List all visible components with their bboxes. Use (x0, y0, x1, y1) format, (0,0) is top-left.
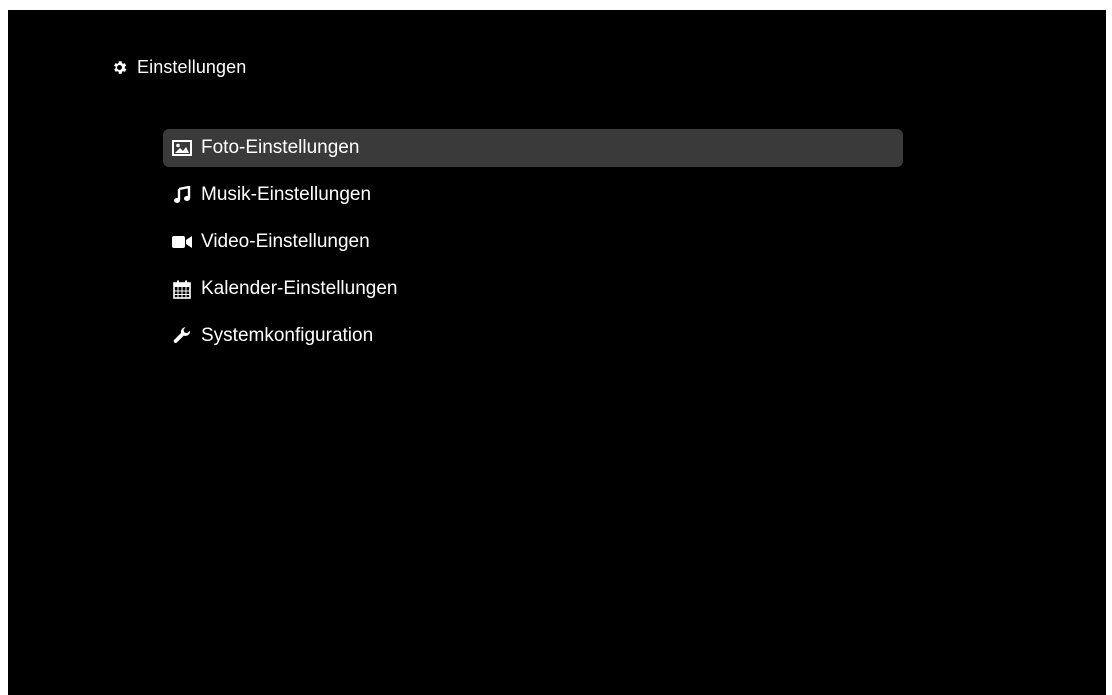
settings-screen: Einstellungen Foto-Einstellungen Musik-E… (8, 10, 1106, 695)
image-icon (171, 138, 193, 158)
menu-item-calendar-settings[interactable]: Kalender-Einstellungen (163, 270, 903, 308)
calendar-icon (171, 279, 193, 299)
menu-item-music-settings[interactable]: Musik-Einstellungen (163, 176, 903, 214)
music-icon (171, 185, 193, 205)
menu-item-video-settings[interactable]: Video-Einstellungen (163, 223, 903, 261)
page-header: Einstellungen (111, 56, 246, 78)
gear-icon (111, 59, 128, 76)
menu-item-label: Systemkonfiguration (201, 325, 374, 346)
menu-item-label: Foto-Einstellungen (201, 137, 360, 158)
page-title: Einstellungen (137, 56, 247, 77)
menu-item-system-configuration[interactable]: Systemkonfiguration (163, 317, 903, 355)
menu-item-photo-settings[interactable]: Foto-Einstellungen (163, 129, 903, 167)
video-camera-icon (171, 232, 193, 252)
menu-item-label: Musik-Einstellungen (201, 184, 372, 205)
menu-item-label: Video-Einstellungen (201, 231, 370, 252)
settings-menu: Foto-Einstellungen Musik-Einstellungen V… (163, 129, 903, 364)
menu-item-label: Kalender-Einstellungen (201, 278, 398, 299)
wrench-icon (171, 326, 193, 346)
